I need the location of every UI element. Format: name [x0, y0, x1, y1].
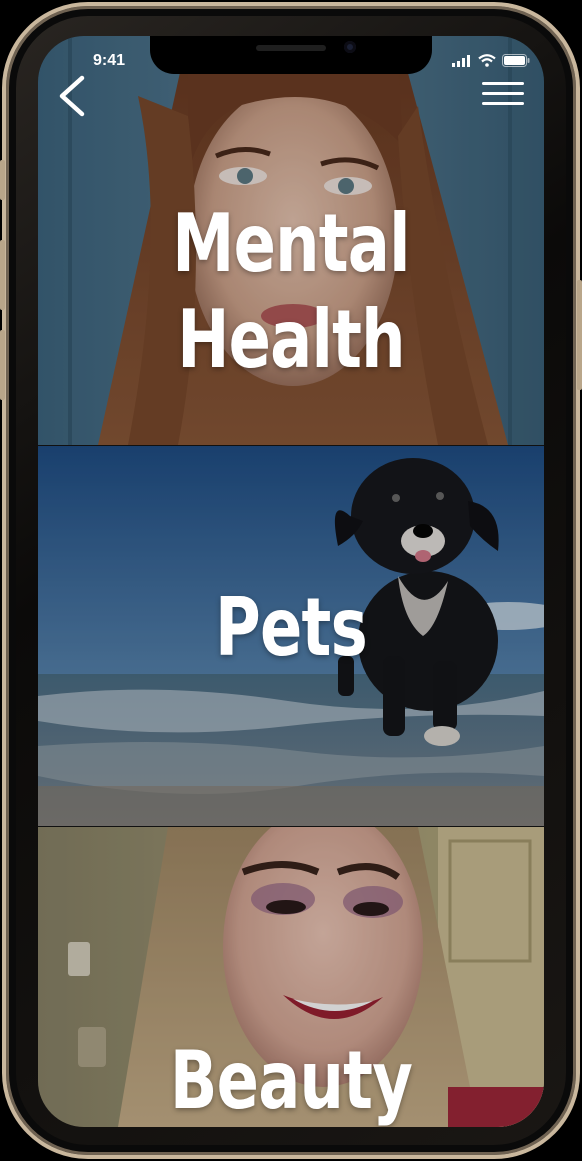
category-card-beauty[interactable]: Beauty — [38, 827, 544, 1127]
front-camera — [344, 41, 356, 53]
phone-notch — [150, 36, 432, 74]
side-button-power — [577, 280, 582, 390]
speaker-grille — [256, 45, 326, 51]
status-time: 9:41 — [93, 52, 126, 69]
status-icons — [452, 52, 530, 71]
category-card-mental-health[interactable]: Mental Health — [38, 36, 544, 445]
chevron-left-icon — [59, 75, 85, 117]
side-button-volume-up — [0, 240, 5, 310]
battery-icon — [502, 52, 530, 71]
signal-bars-icon — [452, 52, 472, 71]
category-card-pets[interactable]: Pets — [38, 446, 544, 826]
category-label: Mental Health — [172, 197, 410, 386]
wifi-icon — [478, 52, 496, 71]
category-label: Pets — [215, 581, 368, 674]
hamburger-menu-icon — [482, 82, 524, 105]
phone-screen: Mental Health Pets Beauty 9:41 — [38, 36, 544, 1127]
side-button-volume-down — [0, 330, 5, 400]
menu-button[interactable] — [478, 76, 528, 112]
back-button[interactable] — [52, 68, 92, 118]
category-label: Beauty — [169, 1034, 413, 1127]
side-button-mute — [0, 160, 5, 200]
